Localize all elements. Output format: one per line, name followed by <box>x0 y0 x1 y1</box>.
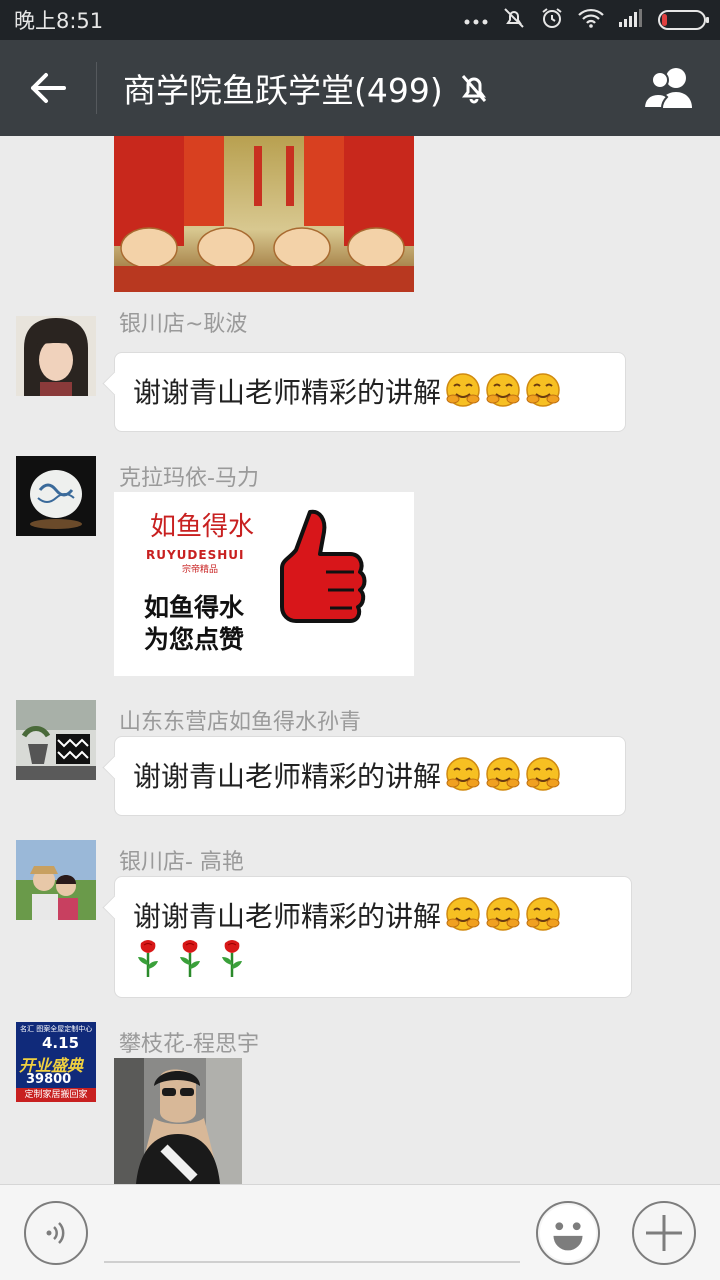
hugging-face-icon <box>525 372 561 408</box>
voice-icon <box>46 1222 65 1244</box>
more-dots-icon <box>464 8 488 32</box>
like-image-caption-1: 如鱼得水 <box>144 593 245 622</box>
hugging-face-icon <box>445 372 481 408</box>
status-time: 晚上8:51 <box>14 9 104 33</box>
alarm-off-icon <box>502 6 526 35</box>
like-image-logo-en: RUYUDESHUI <box>146 548 245 562</box>
hugging-face-icon <box>485 896 521 932</box>
avatar[interactable] <box>16 700 96 780</box>
group-members-button[interactable] <box>620 40 720 136</box>
back-button[interactable] <box>0 40 96 136</box>
chat-header: 商学院鱼跃学堂(499) <box>0 40 720 136</box>
rose-icon <box>217 939 247 979</box>
group-members-icon <box>642 68 692 109</box>
rose-icon <box>133 939 163 979</box>
message-input[interactable] <box>104 1209 520 1259</box>
message-image-like[interactable]: 如鱼得水 RUYUDESHUI 宗帝精品 如鱼得水 为您点赞 <box>114 492 414 676</box>
input-underline <box>104 1261 520 1263</box>
like-image-logo-cn: 如鱼得水 <box>150 512 255 542</box>
hugging-face-icon <box>485 372 521 408</box>
avatar[interactable] <box>16 840 96 920</box>
wifi-icon <box>578 8 604 33</box>
status-bar: 晚上8:51 <box>0 0 720 40</box>
hugging-face-icon <box>525 896 561 932</box>
battery-level <box>662 14 667 26</box>
back-arrow-icon <box>31 73 66 103</box>
message-image-applause[interactable] <box>114 136 414 292</box>
chat-title: 商学院鱼跃学堂(499) <box>123 71 443 110</box>
header-divider <box>96 62 97 114</box>
voice-button[interactable] <box>24 1201 88 1265</box>
like-image-logo-sub: 宗帝精品 <box>182 565 219 575</box>
sender-name: 山东东营店如鱼得水孙青 <box>119 710 362 735</box>
hugging-face-icon <box>525 756 561 792</box>
alarm-clock-icon <box>540 6 564 35</box>
hugging-face-icon <box>485 756 521 792</box>
message-list[interactable]: 银川店~耿波 谢谢青山老师精彩的讲解 克拉玛依-马力 如鱼得水 RUYUDESH… <box>0 136 720 1184</box>
thumbs-up-icon <box>280 509 367 623</box>
avatar[interactable] <box>16 456 96 536</box>
status-icons <box>464 6 709 35</box>
more-button[interactable] <box>632 1201 696 1265</box>
rose-row <box>133 939 613 983</box>
signal-icon <box>618 8 644 33</box>
battery-icon <box>658 10 709 30</box>
emoji-button[interactable] <box>536 1201 600 1265</box>
message-bubble[interactable]: 谢谢青山老师精彩的讲解 <box>114 876 632 998</box>
like-image-caption-2: 为您点赞 <box>144 625 245 654</box>
sender-name: 攀枝花-程思宇 <box>119 1032 259 1057</box>
hugging-face-icon <box>445 756 481 792</box>
hugging-face-icon <box>445 896 481 932</box>
mute-bell-icon <box>459 72 489 104</box>
rose-icon <box>175 939 205 979</box>
avatar-text-5: 定制家居搬回家 <box>16 1088 96 1102</box>
message-bubble[interactable]: 谢谢青山老师精彩的讲解 <box>114 352 626 432</box>
message-text: 谢谢青山老师精彩的讲解 <box>133 376 442 409</box>
message-text: 谢谢青山老师精彩的讲解 <box>133 900 442 933</box>
avatar[interactable] <box>16 316 96 396</box>
message-text: 谢谢青山老师精彩的讲解 <box>133 760 442 793</box>
emoji-face-icon <box>539 1204 597 1262</box>
message-bubble[interactable]: 谢谢青山老师精彩的讲解 <box>114 736 626 816</box>
message-image-photo[interactable] <box>114 1058 242 1184</box>
avatar-text-2: 4.15 <box>42 1034 80 1052</box>
avatar-text-1: 名汇 图案全屋定制中心 <box>20 1025 93 1033</box>
avatar[interactable]: 名汇 图案全屋定制中心 4.15 开业盛典 39800 定制家居搬回家 <box>16 1022 96 1102</box>
sender-name: 银川店- 高艳 <box>119 850 244 875</box>
avatar-text-4: 39800 <box>26 1072 72 1087</box>
input-bar <box>0 1184 720 1280</box>
plus-icon <box>646 1215 682 1251</box>
sender-name: 银川店~耿波 <box>119 312 248 337</box>
sender-name: 克拉玛依-马力 <box>119 466 259 491</box>
